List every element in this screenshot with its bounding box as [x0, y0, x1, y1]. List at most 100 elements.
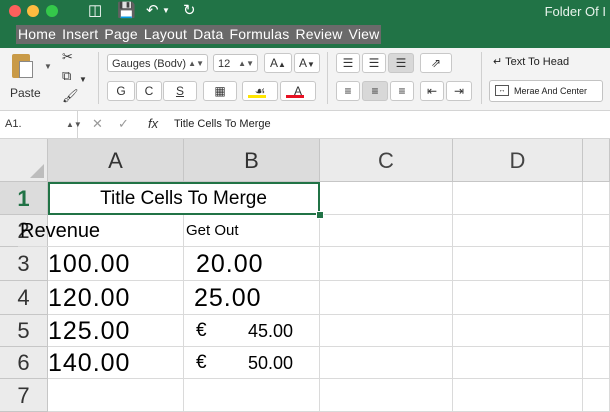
tab-page[interactable]: Page — [104, 25, 138, 44]
column-header-b[interactable]: B — [184, 139, 320, 182]
name-box-value: A1. — [5, 118, 22, 130]
row-header-4[interactable]: 4 — [0, 281, 48, 315]
merge-and-center-button[interactable]: ↔ Merae And Center — [489, 80, 603, 102]
fill-handle[interactable] — [316, 211, 324, 219]
bold-button[interactable]: G — [107, 81, 135, 101]
italic-button[interactable]: C — [136, 81, 162, 101]
undo-dropdown-icon[interactable]: ▼ — [162, 2, 170, 20]
cell-e5[interactable] — [583, 315, 610, 347]
align-top-button[interactable]: ☰ — [336, 53, 360, 73]
fill-color-button[interactable]: ☙ — [242, 81, 278, 101]
cell-c1[interactable] — [320, 182, 453, 215]
tab-view[interactable]: View — [349, 25, 380, 44]
align-right-button[interactable]: ≡ — [390, 81, 414, 101]
cell-b2[interactable]: Get Out — [184, 215, 320, 247]
copy-dropdown-icon[interactable]: ▼ — [79, 72, 87, 88]
tab-home[interactable]: Home — [18, 25, 56, 44]
sidebar-icon[interactable]: ◫ — [88, 2, 102, 20]
increase-font-size-button[interactable]: A▲ — [264, 53, 292, 73]
cell-c3[interactable] — [320, 247, 453, 281]
chevron-down-icon: ▲▼ — [238, 59, 254, 68]
cut-icon[interactable]: ✂ — [62, 49, 73, 65]
row-header-6[interactable]: 6 — [0, 347, 48, 379]
increase-indent-button[interactable]: ⇥ — [446, 81, 472, 101]
paste-button[interactable]: ▼ Paste — [6, 50, 52, 106]
cell-e6[interactable] — [583, 347, 610, 379]
borders-icon: ▦ — [214, 84, 226, 98]
close-window-button[interactable] — [9, 5, 21, 17]
align-left-button[interactable]: ≡ — [336, 81, 360, 101]
name-box[interactable]: A1. ▲▼ — [0, 111, 82, 138]
save-icon[interactable]: 💾 — [117, 2, 136, 20]
cell-e7[interactable] — [583, 379, 610, 412]
cell-b3[interactable]: 20.00 — [184, 247, 320, 281]
select-all-button[interactable] — [0, 139, 48, 182]
row-header-1[interactable]: 1 — [0, 182, 48, 215]
wrap-text-button[interactable]: ↵ Text To Head — [493, 55, 569, 68]
cell-c4[interactable] — [320, 281, 453, 315]
cell-a2[interactable]: Revenue — [18, 215, 184, 247]
chevron-down-icon: ▲▼ — [188, 59, 204, 68]
cell-d4[interactable] — [453, 281, 583, 315]
chevron-down-icon: ▲▼ — [66, 120, 82, 129]
cell-a4[interactable]: 120.00 — [48, 281, 184, 315]
row-header-3[interactable]: 3 — [0, 247, 48, 281]
cell-e3[interactable] — [583, 247, 610, 281]
tab-review[interactable]: Review — [295, 25, 342, 44]
cell-d3[interactable] — [453, 247, 583, 281]
cell-c5[interactable] — [320, 315, 453, 347]
align-middle-button[interactable]: ☰ — [362, 53, 386, 73]
cell-e4[interactable] — [583, 281, 610, 315]
font-size-select[interactable]: 12 ▲▼ — [213, 54, 258, 72]
cell-c2[interactable] — [320, 215, 453, 247]
cell-a5[interactable]: 125.00 — [48, 315, 184, 347]
formula-bar: A1. ▲▼ ✕ ✓ fx Title Cells To Merge — [0, 111, 610, 139]
column-header-e[interactable] — [583, 139, 610, 182]
cell-d6[interactable] — [453, 347, 583, 379]
function-icon[interactable]: fx — [148, 116, 158, 131]
accept-formula-icon[interactable]: ✓ — [118, 116, 129, 132]
cell-a3[interactable]: 100.00 — [48, 247, 184, 281]
cell-e1[interactable] — [583, 182, 610, 215]
cell-c6[interactable] — [320, 347, 453, 379]
redo-icon[interactable]: ↻ — [183, 2, 196, 20]
zoom-window-button[interactable] — [46, 5, 58, 17]
underline-button[interactable]: S — [163, 81, 197, 101]
cell-b6[interactable]: € 50.00 — [184, 347, 320, 379]
formula-input[interactable]: Title Cells To Merge — [174, 118, 271, 130]
column-header-d[interactable]: D — [453, 139, 583, 182]
copy-icon[interactable]: ⧉ — [62, 68, 71, 84]
decrease-font-size-button[interactable]: A▼ — [294, 53, 320, 73]
undo-icon[interactable]: ↶ — [146, 2, 159, 20]
cell-d1[interactable] — [453, 182, 583, 215]
cancel-formula-icon[interactable]: ✕ — [92, 116, 103, 132]
cell-a7[interactable] — [48, 379, 184, 412]
cell-a6[interactable]: 140.00 — [48, 347, 184, 379]
font-name-select[interactable]: Gauges (Bodv) ▲▼ — [107, 54, 208, 72]
tab-data[interactable]: Data — [193, 25, 223, 44]
column-header-a[interactable]: A — [48, 139, 184, 182]
cell-b5[interactable]: € 45.00 — [184, 315, 320, 347]
cell-b7[interactable] — [184, 379, 320, 412]
cell-c7[interactable] — [320, 379, 453, 412]
cell-b4[interactable]: 25.00 — [184, 281, 320, 315]
minimize-window-button[interactable] — [27, 5, 39, 17]
row-header-5[interactable]: 5 — [0, 315, 48, 347]
decrease-indent-button[interactable]: ⇤ — [420, 81, 444, 101]
borders-button[interactable]: ▦ — [203, 81, 237, 101]
align-center-button[interactable]: ≡ — [362, 81, 388, 101]
column-header-c[interactable]: C — [320, 139, 453, 182]
cell-d5[interactable] — [453, 315, 583, 347]
cell-d7[interactable] — [453, 379, 583, 412]
tab-insert[interactable]: Insert — [62, 25, 98, 44]
row-header-7[interactable]: 7 — [0, 379, 48, 412]
cell-b6-value: 50.00 — [248, 353, 294, 373]
align-bottom-button[interactable]: ☰ — [388, 53, 414, 73]
cell-e2[interactable] — [583, 215, 610, 247]
tab-formulas[interactable]: Formulas — [229, 25, 289, 44]
orientation-button[interactable]: ⇗ — [420, 53, 452, 73]
format-painter-icon[interactable]: 🖌 — [62, 88, 79, 104]
tab-layout[interactable]: Layout — [144, 25, 187, 44]
font-color-button[interactable]: A — [280, 81, 316, 101]
cell-d2[interactable] — [453, 215, 583, 247]
